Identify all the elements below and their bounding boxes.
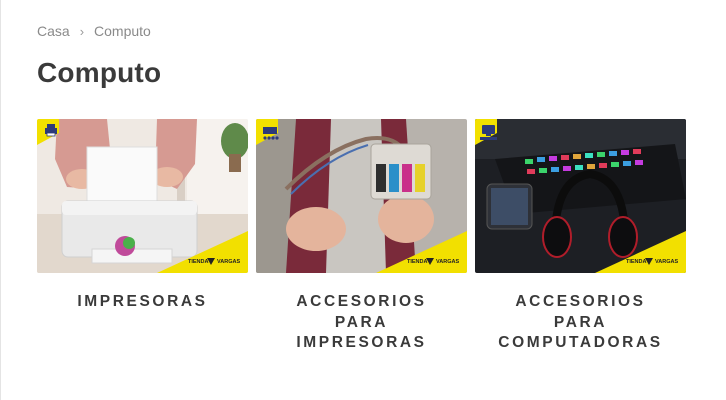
category-label[interactable]: ACCESORIOS PARA IMPRESORAS — [256, 292, 467, 354]
category-grid: TIENDA VARGAS IMPRESORAS TIENDA VARGAS A… — [37, 119, 686, 354]
breadcrumb-separator: › — [79, 23, 85, 39]
category-card-accesorios-impresoras[interactable]: TIENDA VARGAS ACCESORIOS PARA IMPRESORAS — [256, 119, 467, 354]
breadcrumb: Casa › Computo — [37, 23, 151, 39]
svg-text:VARGAS: VARGAS — [655, 259, 678, 265]
category-label[interactable]: IMPRESORAS — [37, 292, 248, 313]
category-image-impresoras[interactable]: TIENDA VARGAS — [37, 119, 248, 273]
category-card-impresoras[interactable]: TIENDA VARGAS IMPRESORAS — [37, 119, 248, 354]
left-border — [0, 0, 1, 400]
breadcrumb-home-link[interactable]: Casa — [37, 23, 70, 39]
svg-text:TIENDA: TIENDA — [188, 259, 209, 265]
computer-icon — [480, 125, 497, 140]
category-card-accesorios-computadoras[interactable]: TIENDA VARGAS ACCESORIOS PARA COMPUTADOR… — [475, 119, 686, 354]
breadcrumb-current: Computo — [94, 23, 151, 39]
svg-text:VARGAS: VARGAS — [436, 259, 459, 265]
category-label[interactable]: ACCESORIOS PARA COMPUTADORAS — [475, 292, 686, 354]
svg-text:TIENDA: TIENDA — [626, 259, 647, 265]
category-image-accesorios-impresoras[interactable]: TIENDA VARGAS — [256, 119, 467, 273]
svg-text:VARGAS: VARGAS — [217, 259, 240, 265]
svg-text:TIENDA: TIENDA — [407, 259, 428, 265]
page-title: Computo — [37, 57, 162, 88]
category-image-accesorios-computadoras[interactable]: TIENDA VARGAS — [475, 119, 686, 273]
